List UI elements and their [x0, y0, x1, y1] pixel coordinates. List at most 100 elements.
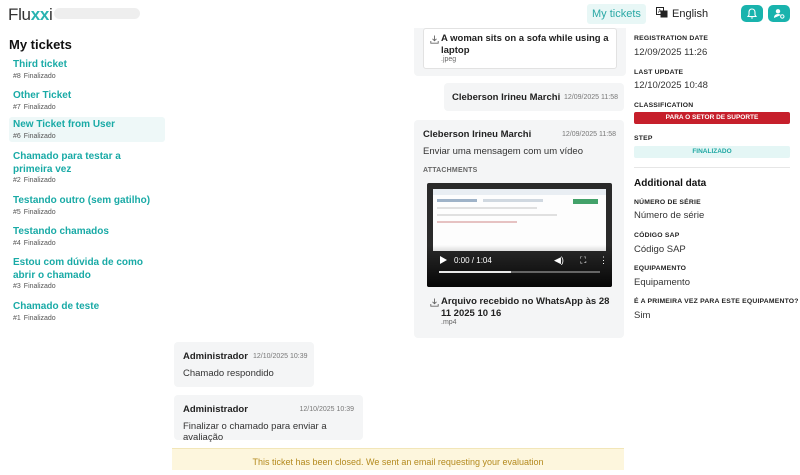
fullscreen-icon[interactable]: ⛶ — [580, 255, 586, 266]
logo-text-accent: x — [30, 5, 40, 24]
ticket-conversation: A woman sits on a sofa while using a lap… — [172, 0, 626, 470]
sap-code-value: Código SAP — [634, 244, 686, 255]
ticket-item[interactable]: Chamado para testar a primeira vez #2 Fin… — [9, 149, 165, 186]
ticket-meta: #2 Finalizado — [13, 177, 161, 184]
ticket-meta: #5 Finalizado — [13, 209, 161, 216]
classification-label: CLASSIFICATION — [634, 102, 694, 109]
notifications-button[interactable] — [741, 5, 763, 22]
more-options-icon[interactable]: ⋮ — [599, 255, 608, 266]
tickets-sidebar: My tickets Third ticket #8 Finalizado Oth… — [0, 28, 172, 470]
fluxxi-logo[interactable]: Fluxxi — [8, 5, 53, 25]
ticket-item-active[interactable]: New Ticket from User #6 Finalizado — [9, 117, 165, 142]
sap-code-label: CÓDIGO SAP — [634, 232, 680, 239]
ticket-title: New Ticket from User — [13, 119, 116, 130]
equipment-value: Equipamento — [634, 277, 690, 288]
play-icon[interactable] — [440, 256, 447, 264]
ticket-number: #3 — [13, 283, 21, 290]
ticket-meta: #6 Finalizado — [13, 133, 161, 140]
ticket-item[interactable]: Testando outro (sem gatilho) #5 Finalizad… — [9, 193, 165, 218]
ticket-title: Chamado para testar a primeira vez — [13, 151, 121, 175]
additional-data-title: Additional data — [634, 178, 707, 189]
ticket-item[interactable]: Third ticket #8 Finalizado — [9, 57, 165, 82]
message-author: Cleberson Irineu Marchi — [452, 92, 561, 103]
ticket-title: Other Ticket — [13, 90, 72, 101]
volume-icon[interactable]: ◀) — [554, 255, 564, 266]
message-author: Administrador — [183, 351, 248, 362]
ticket-status: Finalizado — [23, 314, 56, 322]
ticket-number: #7 — [13, 103, 21, 111]
ticket-details-panel: REGISTRATION DATE 12/09/2025 11:26 LAST … — [624, 28, 800, 470]
attachments-label: ATTACHMENTS — [423, 167, 478, 174]
ticket-number: #8 — [13, 72, 21, 80]
message-body: Finalizar o chamado para enviar a avalia… — [183, 421, 327, 443]
ticket-title: Testando outro (sem gatilho) — [13, 195, 151, 206]
video-controls-shade — [427, 245, 612, 287]
ticket-meta: #7 Finalizado — [13, 104, 161, 111]
message-time: 12/09/2025 11:58 — [564, 94, 618, 101]
ticket-item[interactable]: Estou com dúvida de como abrir o chamado… — [9, 255, 165, 292]
blurred-company-name — [54, 8, 140, 19]
logo-text-end: i — [49, 5, 53, 24]
user-settings-icon — [774, 9, 785, 19]
registration-date-value: 12/09/2025 11:26 — [634, 47, 708, 58]
download-icon — [430, 35, 439, 44]
ticket-item[interactable]: Chamado de teste #1 Finalizado — [9, 299, 165, 324]
attachment-item[interactable]: A woman sits on a sofa while using a lap… — [423, 28, 617, 69]
message-time: 12/10/2025 10:39 — [253, 353, 308, 360]
ticket-title: Estou com dúvida de como abrir o chamado — [13, 257, 144, 281]
attachment-ext: .mp4 — [441, 319, 457, 326]
step-label: STEP — [634, 135, 653, 142]
message-author: Cleberson Irineu Marchi — [423, 129, 532, 140]
ticket-meta: #1 Finalizado — [13, 315, 161, 322]
step-badge: FINALIZADO — [634, 146, 790, 158]
ticket-closed-banner: This ticket has been closed. We sent an … — [172, 448, 624, 470]
message-card: Cleberson Irineu Marchi 12/09/2025 11:58… — [414, 120, 624, 338]
logo-text-part: Flu — [8, 5, 31, 24]
registration-date-label: REGISTRATION DATE — [634, 35, 709, 42]
attachment-item[interactable]: Arquivo recebido no WhatsApp às 28 11 20… — [424, 292, 617, 332]
top-bar: Fluxxi My tickets A English — [0, 0, 800, 28]
attachment-name: Arquivo recebido no WhatsApp às 28 11 20… — [441, 296, 610, 319]
sidebar-title: My tickets — [9, 37, 72, 52]
attachment-name: A woman sits on a sofa while using a lap… — [441, 33, 609, 56]
nav-my-tickets[interactable]: My tickets — [587, 4, 646, 24]
message-card: Administrador 12/10/2025 10:39 Chamado r… — [174, 342, 314, 387]
ticket-item[interactable]: Other Ticket #7 Finalizado — [9, 88, 165, 113]
ticket-meta: #3 Finalizado — [13, 283, 161, 290]
classification-badge: PARA O SETOR DE SUPORTE — [634, 112, 790, 124]
video-frame — [433, 189, 606, 251]
message-card: Administrador 12/10/2025 10:39 Finalizar… — [174, 395, 363, 443]
last-update-value: 12/10/2025 10:48 — [634, 80, 708, 91]
ticket-status: Finalizado — [23, 103, 56, 111]
ticket-item[interactable]: Testando chamados #4 Finalizado — [9, 224, 165, 249]
message-body: Enviar uma mensagem com um vídeo — [423, 146, 583, 157]
video-progress-fill — [439, 271, 512, 273]
ticket-number: #4 — [13, 239, 21, 247]
ticket-status: Finalizado — [23, 208, 56, 216]
ticket-meta: #8 Finalizado — [13, 73, 161, 80]
message-time: 12/10/2025 10:39 — [299, 406, 355, 413]
ticket-status: Finalizado — [23, 283, 56, 290]
bell-icon — [746, 8, 758, 19]
ticket-status: Finalizado — [23, 132, 56, 140]
ticket-number: #2 — [13, 177, 21, 184]
ticket-status: Finalizado — [23, 177, 56, 184]
message-time: 12/09/2025 11:58 — [562, 131, 616, 138]
video-player[interactable]: 0:00 / 1:04 ◀) ⛶ ⋮ — [427, 183, 612, 287]
language-selector[interactable]: A English — [656, 4, 708, 24]
first-time-value: Sim — [634, 310, 651, 321]
serial-number-value: Número de série — [634, 210, 705, 221]
ticket-status: Finalizado — [23, 239, 56, 247]
ticket-title: Third ticket — [13, 59, 67, 70]
first-time-label: É A PRIMEIRA VEZ PARA ESTE EQUIPAMENTO? — [634, 298, 799, 305]
message-author: Administrador — [183, 404, 248, 415]
equipment-label: EQUIPAMENTO — [634, 265, 687, 272]
translate-icon: A — [656, 7, 668, 18]
language-label: English — [672, 8, 709, 20]
video-progress[interactable] — [439, 271, 600, 273]
ticket-title: Chamado de teste — [13, 301, 100, 312]
svg-text:A: A — [658, 9, 662, 15]
ticket-title: Testando chamados — [13, 226, 109, 237]
user-menu-button[interactable] — [768, 5, 790, 22]
ticket-number: #6 — [13, 132, 21, 140]
